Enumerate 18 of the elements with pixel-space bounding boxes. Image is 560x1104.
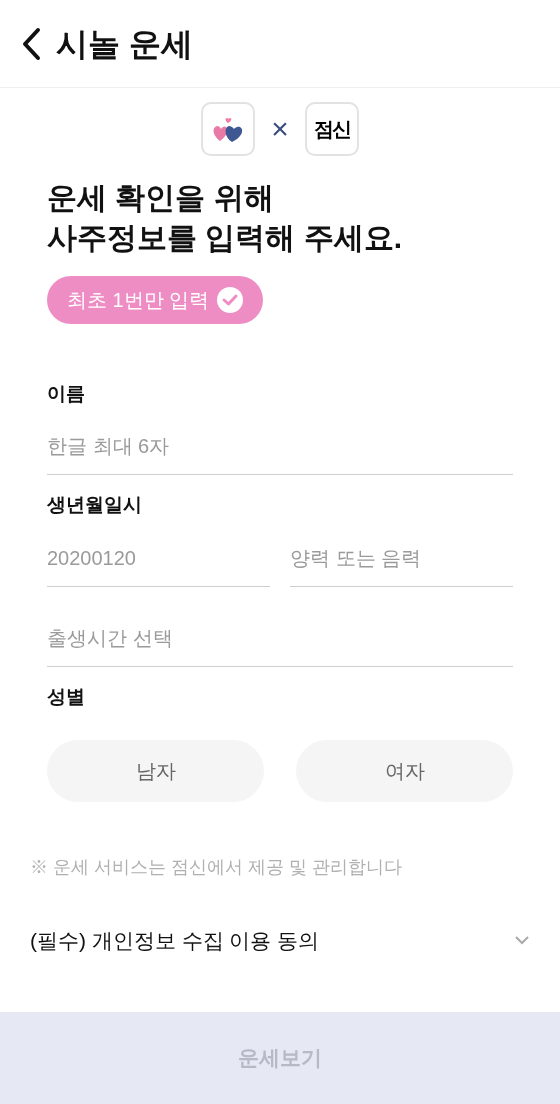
field-label: 생년월일시 <box>47 492 143 517</box>
field-label: 성별 <box>47 685 86 709</box>
page-title: 시놀 운세 <box>56 24 193 64</box>
input-field[interactable]: 출생시간 선택 <box>47 611 513 667</box>
field-label: 이름 <box>47 382 86 406</box>
info-badge: 최초 1번만 입력 <box>47 276 264 324</box>
notice-text: ※ 운세 서비스는 점신에서 제공 및 관리합니다 <box>29 855 403 879</box>
chevron-icon <box>514 935 530 946</box>
heading: 운세 확인을 위해 사주정보를 입력해 주세요. <box>47 180 403 256</box>
gender-option[interactable]: 남자 <box>47 739 264 802</box>
input-field[interactable]: 양력 또는 음력 <box>290 531 513 587</box>
partner-logo: 점신 <box>304 102 359 156</box>
separator-mark: × <box>271 114 289 144</box>
agreement-row[interactable]: (필수) 개인정보 수집 이용 동의 <box>30 924 530 956</box>
input-field[interactable]: 20200120 <box>47 531 270 587</box>
input-field[interactable]: 한글 최대 6자 <box>47 418 513 475</box>
back-icon[interactable] <box>20 26 42 61</box>
gender-option[interactable]: 여자 <box>296 739 513 802</box>
